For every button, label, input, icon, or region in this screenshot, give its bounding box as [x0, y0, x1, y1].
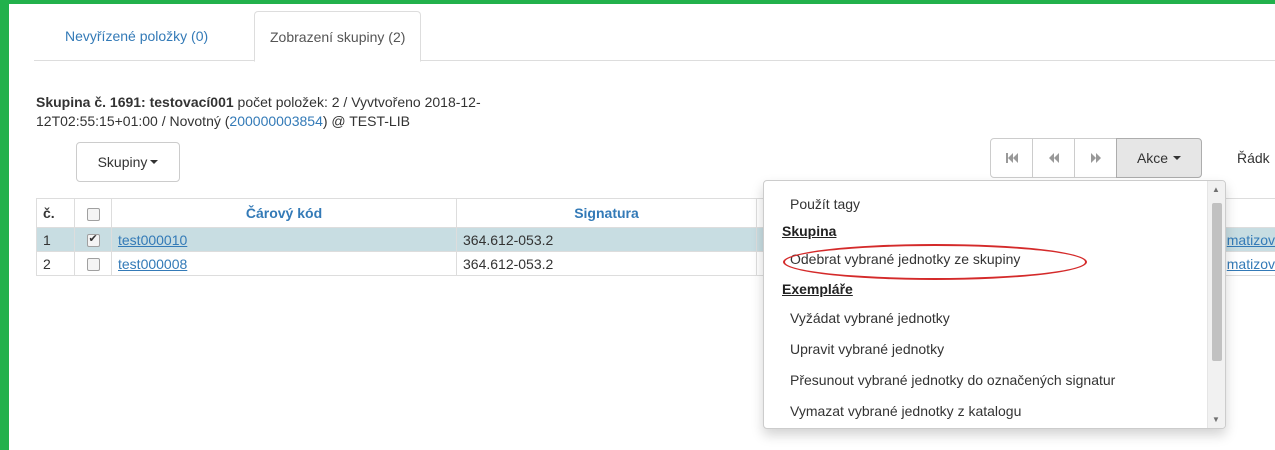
row-checkbox[interactable]: [86, 232, 100, 248]
row-extra-link[interactable]: matizov: [1227, 256, 1275, 272]
scroll-thumb[interactable]: [1212, 203, 1222, 361]
col-header-barcode[interactable]: Čárový kód: [111, 198, 457, 228]
group-info: Skupina č. 1691: testovací001 počet polo…: [36, 93, 636, 131]
row-checkbox[interactable]: [86, 258, 100, 272]
menu-scrollbar[interactable]: ▲ ▼: [1207, 181, 1225, 428]
row-select-cell[interactable]: [74, 227, 112, 252]
prev-page-button[interactable]: [1032, 138, 1075, 178]
menu-header-items: Exempláře: [782, 281, 853, 297]
barcode-link[interactable]: test000010: [118, 232, 187, 248]
menu-header-group: Skupina: [782, 223, 837, 239]
tab-bar: Nevyřízené položky (0) Zobrazení skupiny…: [34, 11, 1275, 62]
group-library-text: ) @ TEST-LIB: [322, 113, 410, 129]
first-page-button[interactable]: [990, 138, 1033, 178]
caret-down-icon: [1173, 156, 1182, 160]
col-header-number: č.: [36, 198, 75, 228]
prev-page-icon: [1048, 153, 1059, 163]
actions-button-label: Akce: [1136, 150, 1169, 166]
actions-dropdown-button[interactable]: Akce: [1116, 138, 1202, 178]
menu-item-remove-from-group[interactable]: Odebrat vybrané jednotky ze skupiny: [790, 251, 1020, 267]
row-barcode-cell: test000008: [111, 251, 457, 276]
scroll-up-icon[interactable]: ▲: [1212, 185, 1220, 194]
scroll-down-icon[interactable]: ▼: [1212, 415, 1220, 424]
actions-menu: Použít tagy Skupina Odebrat vybrané jedn…: [763, 180, 1226, 429]
groups-dropdown-button[interactable]: Skupiny: [76, 142, 180, 182]
select-all-checkbox[interactable]: [86, 207, 100, 221]
rows-per-page-label[interactable]: Řádk: [1237, 138, 1270, 178]
menu-item-request-items[interactable]: Vyžádat vybrané jednotky: [790, 310, 950, 326]
next-page-button[interactable]: [1074, 138, 1117, 178]
group-created-text: 12T02:55:15+01:00 / Novotný (: [36, 113, 230, 129]
next-page-icon: [1090, 153, 1101, 163]
tab-group-view[interactable]: Zobrazení skupiny (2): [254, 11, 422, 62]
first-page-icon: [1005, 153, 1018, 163]
pagination: Akce: [990, 138, 1202, 178]
group-title: Skupina č. 1691: testovací001: [36, 94, 234, 110]
groups-button-label: Skupiny: [97, 154, 148, 170]
menu-item-move-items[interactable]: Přesunout vybrané jednotky do označených…: [790, 372, 1115, 388]
row-signature: 364.612-053.2: [456, 251, 757, 276]
row-signature: 364.612-053.2: [456, 227, 757, 252]
barcode-link[interactable]: test000008: [118, 256, 187, 272]
row-extra-link[interactable]: matizov: [1227, 232, 1275, 248]
col-header-signature[interactable]: Signatura: [456, 198, 757, 228]
menu-item-edit-items[interactable]: Upravit vybrané jednotky: [790, 341, 944, 357]
user-id-link[interactable]: 200000003854: [229, 113, 322, 129]
menu-item-delete-items[interactable]: Vymazat vybrané jednotky z katalogu: [790, 403, 1021, 419]
tab-pending-items[interactable]: Nevyřízené položky (0): [50, 11, 223, 61]
menu-item-use-tags[interactable]: Použít tagy: [790, 196, 860, 212]
col-header-select[interactable]: [74, 198, 112, 228]
caret-down-icon: [150, 160, 159, 164]
group-count-text: počet položek: 2 / Vyvtvořeno 2018-12-: [233, 94, 481, 110]
row-barcode-cell: test000010: [111, 227, 457, 252]
row-number: 2: [36, 251, 75, 276]
row-select-cell[interactable]: [74, 251, 112, 276]
row-number: 1: [36, 227, 75, 252]
